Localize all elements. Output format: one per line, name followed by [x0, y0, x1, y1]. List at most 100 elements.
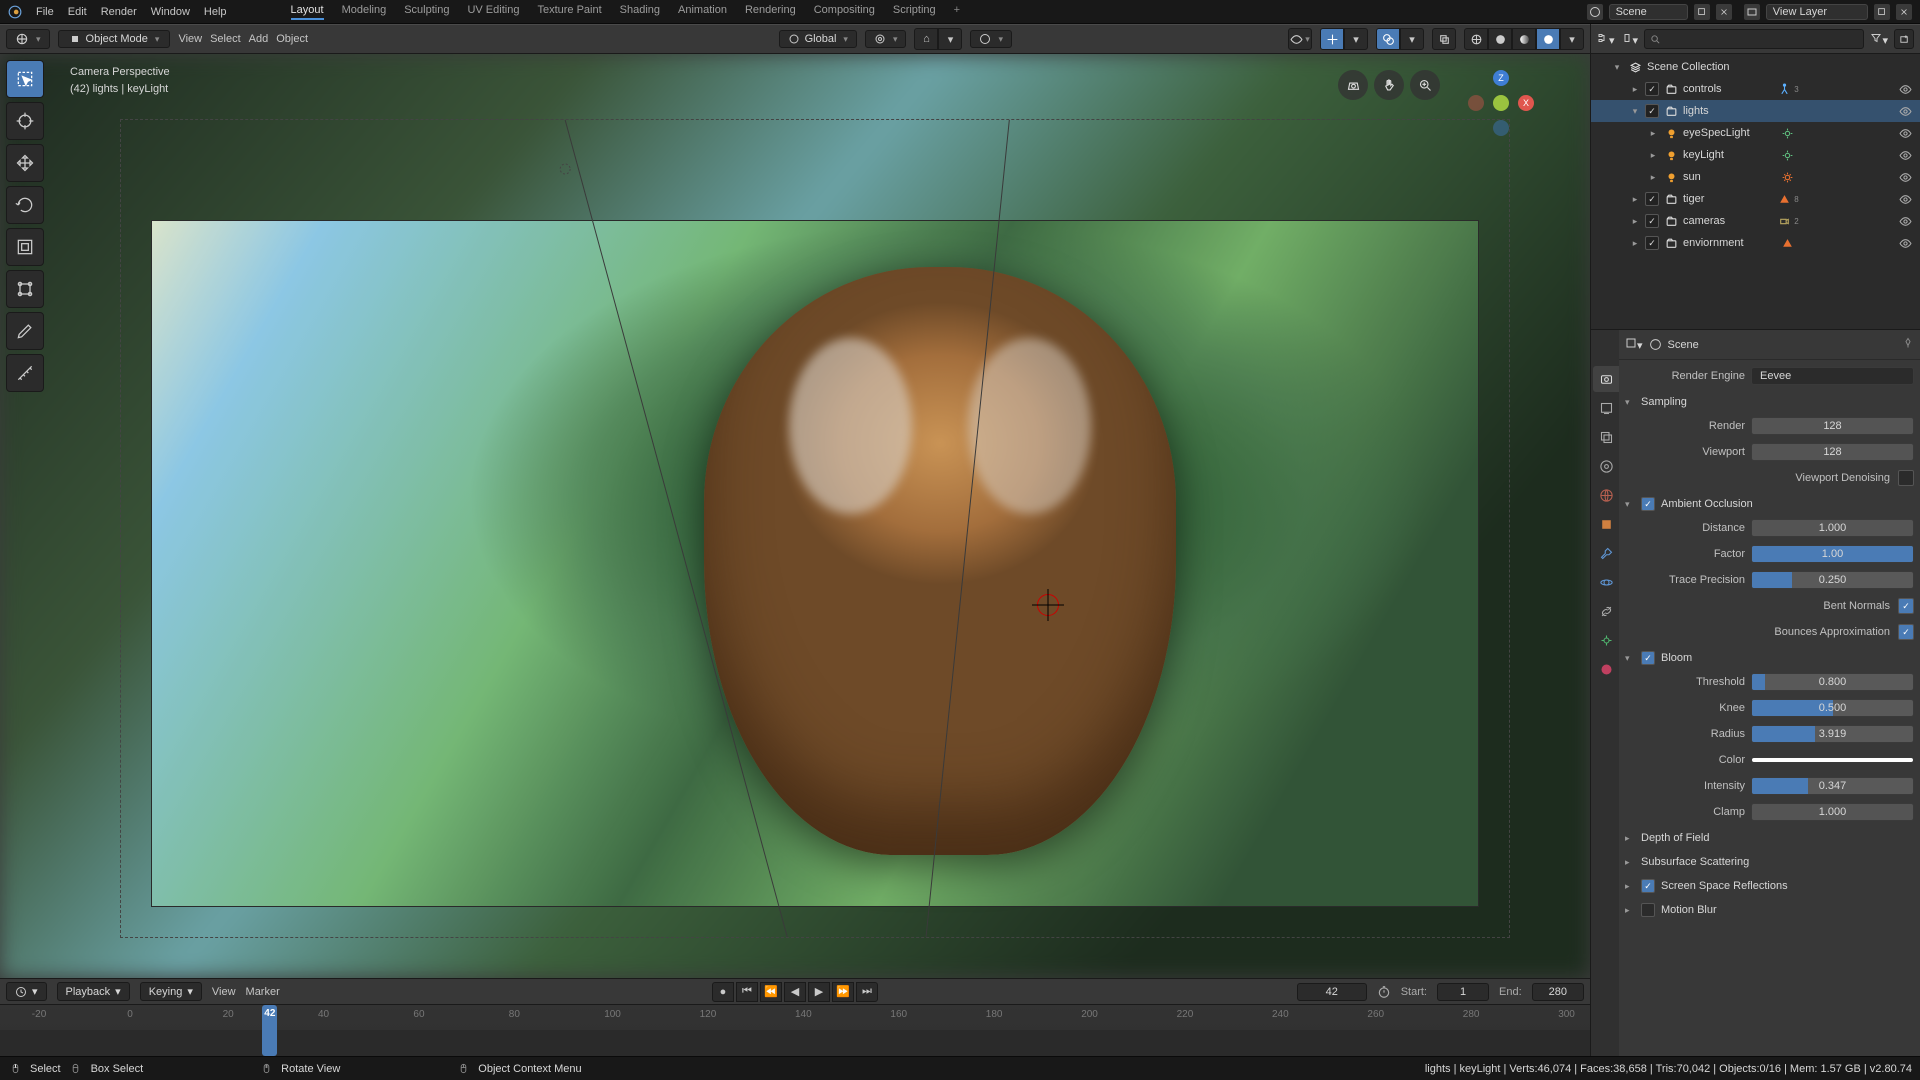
tool-scale[interactable] — [6, 228, 44, 266]
panel-bloom[interactable]: ▾Bloom — [1625, 646, 1914, 670]
ao-bounces-checkbox[interactable] — [1898, 624, 1914, 640]
viewlayer-name-input[interactable]: View Layer — [1766, 4, 1868, 20]
proportional-editing[interactable]: ▾ — [970, 30, 1012, 48]
show-gizmo-toggle[interactable] — [1320, 28, 1344, 50]
playhead[interactable]: 42 — [262, 1005, 277, 1056]
shading-lookdev[interactable] — [1512, 28, 1536, 50]
viewlayer-delete-icon[interactable] — [1896, 4, 1912, 20]
outliner-item-enviornment[interactable]: ▸enviornment — [1591, 232, 1920, 254]
zoom-view-icon[interactable] — [1410, 70, 1440, 100]
ao-trace-slider[interactable]: 0.250 — [1751, 571, 1914, 589]
menu-render[interactable]: Render — [101, 6, 137, 18]
disclosure-icon[interactable]: ▸ — [1629, 238, 1641, 249]
menu-edit[interactable]: Edit — [68, 6, 87, 18]
tab-layout[interactable]: Layout — [291, 4, 324, 20]
hide-viewport-icon[interactable] — [1896, 234, 1914, 252]
tab-sculpting[interactable]: Sculpting — [404, 4, 449, 20]
disclosure-icon[interactable]: ▾ — [1629, 106, 1641, 117]
collection-enable-checkbox[interactable] — [1645, 104, 1659, 118]
object-visibility-options[interactable]: ▾ — [1288, 28, 1312, 50]
outliner-filter[interactable]: ▾ — [1870, 32, 1888, 47]
axis-x-icon[interactable]: X — [1518, 95, 1534, 111]
snap-options[interactable]: ▾ — [938, 28, 962, 50]
shading-wireframe[interactable] — [1464, 28, 1488, 50]
tool-rotate[interactable] — [6, 186, 44, 224]
hide-viewport-icon[interactable] — [1896, 212, 1914, 230]
bloom-clamp-input[interactable]: 1.000 — [1751, 803, 1914, 821]
menu-window[interactable]: Window — [151, 6, 190, 18]
shading-rendered[interactable] — [1536, 28, 1560, 50]
tool-transform[interactable] — [6, 270, 44, 308]
hide-viewport-icon[interactable] — [1896, 190, 1914, 208]
disclosure-icon[interactable]: ▸ — [1647, 150, 1659, 161]
hide-viewport-icon[interactable] — [1896, 168, 1914, 186]
outliner-item-lights[interactable]: ▾lights — [1591, 100, 1920, 122]
collection-enable-checkbox[interactable] — [1645, 192, 1659, 206]
outliner-item-cameras[interactable]: ▸cameras2 — [1591, 210, 1920, 232]
timeline-ruler[interactable]: -200204060801001201401601802002202402602… — [0, 1005, 1590, 1056]
bloom-threshold-slider[interactable]: 0.800 — [1751, 673, 1914, 691]
new-collection-button[interactable] — [1894, 29, 1914, 49]
editor-type-selector[interactable]: ▾ — [6, 29, 50, 49]
panel-ssr[interactable]: ▸Screen Space Reflections — [1625, 874, 1914, 898]
prop-tab-material[interactable] — [1593, 656, 1619, 682]
bloom-enabled-checkbox[interactable] — [1641, 651, 1655, 665]
motion-blur-enabled-checkbox[interactable] — [1641, 903, 1655, 917]
end-frame-input[interactable]: 280 — [1532, 983, 1584, 1001]
shading-solid[interactable] — [1488, 28, 1512, 50]
panel-sampling[interactable]: ▾Sampling — [1625, 390, 1914, 414]
jump-next-key-icon[interactable]: ⏩ — [832, 982, 854, 1002]
tab-compositing[interactable]: Compositing — [814, 4, 875, 20]
pan-view-icon[interactable] — [1374, 70, 1404, 100]
tab-uv-editing[interactable]: UV Editing — [467, 4, 519, 20]
collection-enable-checkbox[interactable] — [1645, 82, 1659, 96]
bloom-radius-slider[interactable]: 3.919 — [1751, 725, 1914, 743]
prop-tab-constraints[interactable] — [1593, 598, 1619, 624]
zoom-camera-icon[interactable] — [1338, 70, 1368, 100]
jump-start-icon[interactable]: ⏮ — [736, 982, 758, 1002]
bloom-knee-slider[interactable]: 0.500 — [1751, 699, 1914, 717]
panel-ambient-occlusion[interactable]: ▾Ambient Occlusion — [1625, 492, 1914, 516]
ssr-enabled-checkbox[interactable] — [1641, 879, 1655, 893]
transform-orientation[interactable]: Global▾ — [779, 30, 857, 48]
shading-options[interactable]: ▾ — [1560, 28, 1584, 50]
tool-select-box[interactable] — [6, 60, 44, 98]
prop-tab-object[interactable] — [1593, 511, 1619, 537]
3d-viewport[interactable]: Camera Perspective (42) lights | keyLigh… — [0, 54, 1590, 978]
outliner-item-sun[interactable]: ▸sun — [1591, 166, 1920, 188]
snap-toggle[interactable]: ⌂ — [914, 28, 938, 50]
collection-enable-checkbox[interactable] — [1645, 236, 1659, 250]
gizmo-options[interactable]: ▾ — [1344, 28, 1368, 50]
menu-file[interactable]: File — [36, 6, 54, 18]
ao-bent-checkbox[interactable] — [1898, 598, 1914, 614]
outliner-item-keyLight[interactable]: ▸keyLight — [1591, 144, 1920, 166]
viewport-menu-view[interactable]: View — [178, 33, 202, 45]
timeline-track[interactable] — [0, 1030, 1590, 1056]
prop-tab-viewlayer[interactable] — [1593, 424, 1619, 450]
ao-factor-slider[interactable]: 1.00 — [1751, 545, 1914, 563]
ao-distance-input[interactable]: 1.000 — [1751, 519, 1914, 537]
scene-browse-icon[interactable] — [1587, 4, 1603, 20]
outliner-search[interactable] — [1644, 29, 1864, 49]
pivot-point[interactable]: ▾ — [865, 30, 907, 48]
viewlayer-new-icon[interactable] — [1874, 4, 1890, 20]
prop-tab-world[interactable] — [1593, 482, 1619, 508]
properties-editor-type[interactable]: ▾ — [1625, 337, 1643, 352]
viewport-menu-select[interactable]: Select — [210, 33, 241, 45]
panel-motion-blur[interactable]: ▸Motion Blur — [1625, 898, 1914, 922]
outliner-item-tiger[interactable]: ▸tiger8 — [1591, 188, 1920, 210]
outliner-root[interactable]: ▾ Scene Collection — [1591, 56, 1920, 78]
disclosure-icon[interactable]: ▾ — [1611, 62, 1623, 73]
disclosure-icon[interactable]: ▸ — [1629, 194, 1641, 205]
outliner-item-eyeSpecLight[interactable]: ▸eyeSpecLight — [1591, 122, 1920, 144]
timeline-playback-menu[interactable]: Playback▾ — [57, 982, 130, 1001]
axis-z-icon[interactable]: Z — [1493, 70, 1509, 86]
scene-new-icon[interactable] — [1694, 4, 1710, 20]
timeline-keying-menu[interactable]: Keying▾ — [140, 982, 202, 1001]
pin-icon[interactable] — [1902, 337, 1914, 352]
disclosure-icon[interactable]: ▸ — [1629, 84, 1641, 95]
axis-neg-x-icon[interactable] — [1468, 95, 1484, 111]
render-samples-input[interactable]: 128 — [1751, 417, 1914, 435]
menu-help[interactable]: Help — [204, 6, 227, 18]
bloom-intensity-slider[interactable]: 0.347 — [1751, 777, 1914, 795]
